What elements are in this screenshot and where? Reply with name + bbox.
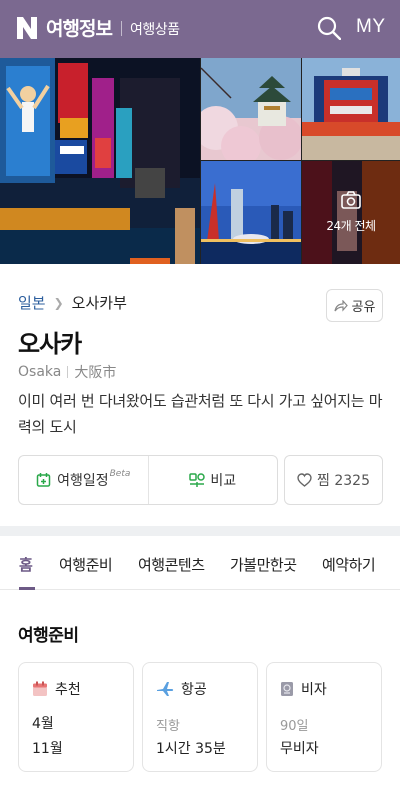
camera-icon: [341, 191, 361, 209]
app-header: 여행정보 여행상품 MY: [0, 0, 400, 58]
page-title: 오사카: [18, 330, 82, 358]
visa-days: 90일: [280, 719, 309, 734]
prep-card-visa[interactable]: 비자 90일 무비자: [266, 662, 382, 772]
tab-booking[interactable]: 예약하기: [322, 554, 376, 575]
gallery-photo-castle[interactable]: [201, 58, 301, 160]
breadcrumb-country[interactable]: 일본: [18, 292, 46, 313]
flight-type: 직항: [156, 719, 180, 734]
compare-button[interactable]: 비교: [149, 456, 278, 504]
schedule-button[interactable]: 여행일정 Beta: [19, 456, 149, 504]
calendar-plus-icon: [36, 473, 51, 487]
tab-preparation[interactable]: 여행준비: [59, 554, 113, 575]
flight-label: 항공: [181, 682, 207, 698]
gallery-photo-main[interactable]: [0, 58, 200, 264]
schedule-label: 여행일정: [57, 473, 109, 489]
pick-button[interactable]: 찜 2325: [284, 455, 383, 505]
my-button[interactable]: MY: [356, 16, 386, 38]
season-label: 추천: [55, 682, 81, 698]
compare-label: 비교: [210, 473, 237, 489]
tab-attractions[interactable]: 가볼만한곳: [230, 554, 297, 575]
all-photos-button[interactable]: 24개 전체: [302, 161, 400, 264]
visa-label: 비자: [301, 682, 327, 698]
chevron-right-icon: ❯: [53, 295, 64, 310]
active-tab-indicator: [19, 587, 35, 590]
action-button-group: 여행일정 Beta 비교: [18, 455, 278, 505]
tab-bar: 홈 여행준비 여행콘텐츠 가볼만한곳 예약하기: [0, 536, 400, 590]
tab-contents[interactable]: 여행콘텐츠: [138, 554, 205, 575]
heart-icon: [297, 473, 312, 487]
pick-label: 찜 2325: [317, 473, 370, 489]
naver-n-logo[interactable]: [17, 17, 37, 39]
header-products-link[interactable]: 여행상품: [130, 19, 180, 39]
section-divider: [0, 526, 400, 536]
photo-count: 24개 전체: [326, 219, 376, 233]
passport-icon: [281, 682, 293, 696]
share-button[interactable]: 공유: [326, 289, 383, 322]
calendar-icon: [33, 681, 47, 696]
search-icon[interactable]: [317, 16, 341, 40]
photo-gallery: 24개 전체: [0, 58, 400, 264]
beta-badge: Beta: [109, 469, 131, 479]
share-icon: [333, 299, 348, 312]
season-month-1: 4월: [32, 716, 54, 732]
header-divider: [121, 21, 122, 36]
name-divider: [67, 366, 69, 378]
share-label: 공유: [351, 300, 376, 315]
name-english: Osaka: [18, 364, 62, 380]
section-title: 여행준비: [18, 626, 79, 646]
gallery-photo-port[interactable]: [201, 161, 301, 264]
breadcrumb-region[interactable]: 오사카부: [72, 292, 127, 313]
prep-card-season[interactable]: 추천 4월 11월: [18, 662, 134, 772]
airplane-icon: [157, 682, 174, 696]
flight-duration: 1시간 35분: [156, 741, 226, 757]
visa-status: 무비자: [280, 741, 319, 757]
alt-names: Osaka 大阪市: [18, 362, 116, 382]
gallery-photo-aquarium[interactable]: [302, 58, 400, 160]
name-japanese: 大阪市: [74, 365, 117, 381]
prep-card-flight[interactable]: 항공 직항 1시간 35분: [142, 662, 258, 772]
tab-home[interactable]: 홈: [19, 554, 33, 575]
breadcrumb: 일본 ❯ 오사카부: [18, 292, 127, 313]
season-month-2: 11월: [32, 741, 63, 757]
compare-icon: [189, 473, 206, 487]
header-title[interactable]: 여행정보: [46, 14, 113, 41]
description: 이미 여러 번 다녀왔어도 습관처럼 또 다시 가고 싶어지는 마력의 도시: [18, 392, 383, 436]
